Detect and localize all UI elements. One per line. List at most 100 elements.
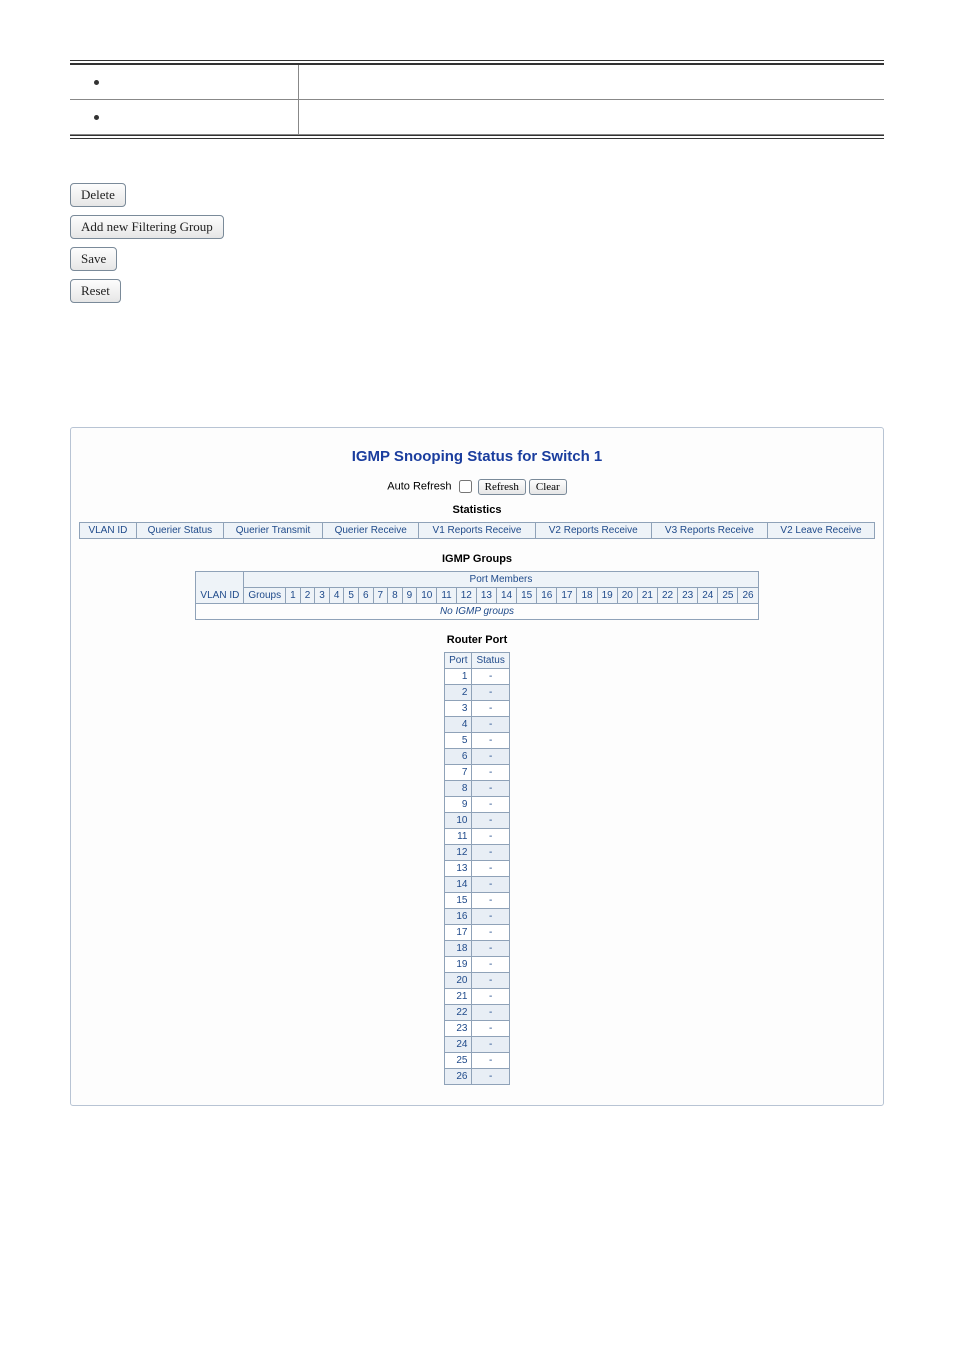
panel-title: IGMP Snooping Status for Switch 1 xyxy=(79,448,875,465)
router-port-cell: 8 xyxy=(445,781,472,797)
clear-button[interactable]: Clear xyxy=(529,479,567,495)
router-status-cell: - xyxy=(472,925,509,941)
router-status-cell: - xyxy=(472,829,509,845)
info-table xyxy=(70,64,884,135)
igmp-groups-heading: IGMP Groups xyxy=(79,553,875,565)
reset-button[interactable]: Reset xyxy=(70,279,121,303)
router-status-cell: - xyxy=(472,973,509,989)
port-col: 1 xyxy=(286,588,301,604)
router-port-cell: 16 xyxy=(445,909,472,925)
table-row: 19- xyxy=(445,957,510,973)
port-col: 20 xyxy=(617,588,637,604)
port-members-header: Port Members xyxy=(244,572,758,588)
port-col: 26 xyxy=(738,588,758,604)
info-table-frame xyxy=(70,60,884,139)
port-col: 6 xyxy=(358,588,373,604)
stats-col: Querier Status xyxy=(136,523,223,539)
router-port-cell: 20 xyxy=(445,973,472,989)
router-port-cell: 12 xyxy=(445,845,472,861)
port-col: 5 xyxy=(344,588,359,604)
table-row: 10- xyxy=(445,813,510,829)
router-status-cell: - xyxy=(472,701,509,717)
router-status-cell: - xyxy=(472,781,509,797)
table-row: 24- xyxy=(445,1037,510,1053)
router-port-cell: 24 xyxy=(445,1037,472,1053)
router-port-cell: 22 xyxy=(445,1005,472,1021)
table-header-row: VLAN IDQuerier StatusQuerier TransmitQue… xyxy=(80,523,875,539)
port-col: 12 xyxy=(456,588,476,604)
port-col: 19 xyxy=(597,588,617,604)
router-status-cell: - xyxy=(472,813,509,829)
add-filtering-group-button[interactable]: Add new Filtering Group xyxy=(70,215,224,239)
stats-col: VLAN ID xyxy=(80,523,137,539)
port-col: 14 xyxy=(496,588,516,604)
router-port-cell: 15 xyxy=(445,893,472,909)
table-row xyxy=(70,100,884,135)
router-status-cell: - xyxy=(472,1021,509,1037)
router-status-cell: - xyxy=(472,861,509,877)
igmp-groups-table: VLAN ID Port Members Groups1234567891011… xyxy=(195,571,758,620)
table-row: 2- xyxy=(445,685,510,701)
router-port-cell: 14 xyxy=(445,877,472,893)
port-col: 2 xyxy=(300,588,315,604)
router-port-cell: 25 xyxy=(445,1053,472,1069)
router-status-cell: - xyxy=(472,669,509,685)
delete-button[interactable]: Delete xyxy=(70,183,126,207)
router-status-cell: - xyxy=(472,1069,509,1085)
bullet-icon xyxy=(94,115,99,120)
bullet-icon xyxy=(94,80,99,85)
table-row: 18- xyxy=(445,941,510,957)
panel-controls: Auto Refresh Refresh Clear xyxy=(79,477,875,496)
port-col: 25 xyxy=(718,588,738,604)
save-button[interactable]: Save xyxy=(70,247,117,271)
router-status-cell: - xyxy=(472,909,509,925)
router-port-cell: 17 xyxy=(445,925,472,941)
port-col: 4 xyxy=(329,588,344,604)
table-row: 9- xyxy=(445,797,510,813)
router-port-cell: 11 xyxy=(445,829,472,845)
port-col: 10 xyxy=(417,588,437,604)
router-port-cell: 21 xyxy=(445,989,472,1005)
router-status-cell: - xyxy=(472,797,509,813)
router-status-cell: - xyxy=(472,1053,509,1069)
table-row: 17- xyxy=(445,925,510,941)
router-status-cell: - xyxy=(472,765,509,781)
table-row: 16- xyxy=(445,909,510,925)
router-status-cell: - xyxy=(472,1037,509,1053)
router-port-cell: 19 xyxy=(445,957,472,973)
action-buttons: Delete Add new Filtering Group Save Rese… xyxy=(70,179,884,307)
table-row: 20- xyxy=(445,973,510,989)
router-port-cell: 9 xyxy=(445,797,472,813)
table-row: 5- xyxy=(445,733,510,749)
table-row: 23- xyxy=(445,1021,510,1037)
router-status-col: Status xyxy=(472,653,509,669)
table-row: 1- xyxy=(445,669,510,685)
auto-refresh-label: Auto Refresh xyxy=(387,480,451,492)
table-row: 8- xyxy=(445,781,510,797)
port-col: 17 xyxy=(557,588,577,604)
table-row: 26- xyxy=(445,1069,510,1085)
port-col: 24 xyxy=(698,588,718,604)
router-status-cell: - xyxy=(472,733,509,749)
refresh-button[interactable]: Refresh xyxy=(478,479,526,495)
router-status-cell: - xyxy=(472,845,509,861)
table-row xyxy=(70,65,884,100)
port-col: 11 xyxy=(437,588,456,604)
router-status-cell: - xyxy=(472,877,509,893)
router-port-cell: 10 xyxy=(445,813,472,829)
port-col: 16 xyxy=(537,588,557,604)
no-groups-text: No IGMP groups xyxy=(196,604,758,620)
stats-col: Querier Transmit xyxy=(224,523,323,539)
router-port-cell: 5 xyxy=(445,733,472,749)
table-row: 12- xyxy=(445,845,510,861)
router-status-cell: - xyxy=(472,717,509,733)
router-port-cell: 7 xyxy=(445,765,472,781)
router-port-heading: Router Port xyxy=(79,634,875,646)
stats-col: V3 Reports Receive xyxy=(651,523,767,539)
port-col: 18 xyxy=(577,588,597,604)
router-port-cell: 3 xyxy=(445,701,472,717)
table-row: 25- xyxy=(445,1053,510,1069)
port-col: 21 xyxy=(637,588,657,604)
statistics-heading: Statistics xyxy=(79,504,875,516)
auto-refresh-checkbox[interactable] xyxy=(459,480,472,493)
